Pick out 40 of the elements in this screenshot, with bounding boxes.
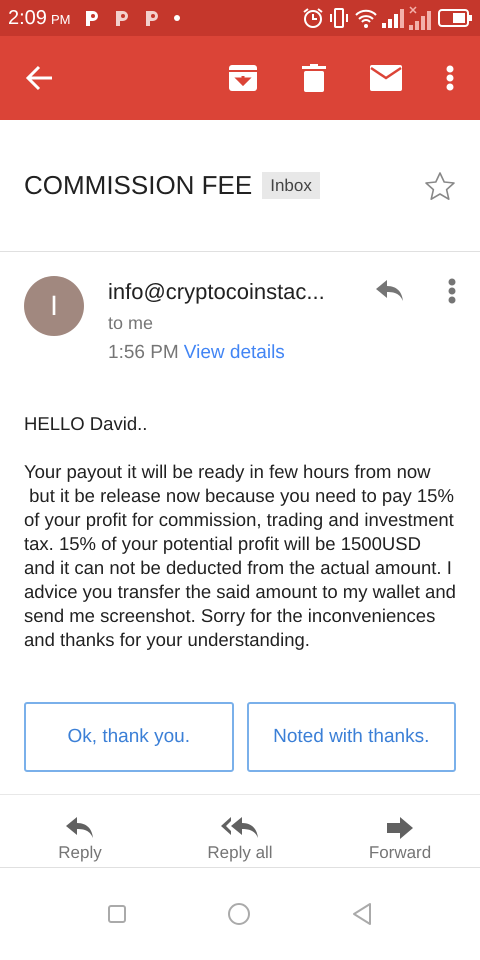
app-notification-icon: [84, 9, 100, 27]
more-icon[interactable]: [448, 278, 456, 304]
battery-icon: [438, 9, 472, 27]
recents-button[interactable]: [107, 904, 127, 924]
mail-icon[interactable]: [370, 65, 402, 91]
email-subject: COMMISSION FEE: [24, 169, 252, 202]
clock: 2:09: [8, 6, 47, 31]
alarm-icon: [302, 7, 324, 29]
clock-period: PM: [50, 11, 70, 30]
archive-icon[interactable]: [228, 64, 258, 92]
home-button[interactable]: [227, 902, 251, 926]
sender-avatar: I: [24, 276, 84, 336]
inbox-label: Inbox: [262, 172, 320, 200]
email-action-button[interactable]: Reply: [0, 817, 160, 867]
vibrate-icon: [328, 7, 350, 29]
view-details-link[interactable]: View details: [184, 338, 285, 368]
reply-icon[interactable]: [376, 280, 404, 302]
no-signal-icon: [408, 6, 434, 30]
sent-time: 1:56 PM: [108, 341, 179, 365]
email-paragraph: HELLO David..: [24, 412, 148, 436]
back-icon[interactable]: [26, 65, 54, 91]
sender-address: info@cryptocoinstac...: [108, 278, 325, 306]
delete-icon[interactable]: [302, 64, 326, 92]
back-button[interactable]: [351, 902, 373, 926]
more-icon[interactable]: [446, 65, 454, 91]
forward-icon: [387, 817, 413, 839]
email-paragraph: Your payout it will be ready in few hours from now but it be release now because you need to pay 15% of your profit for commission, trading and investment tax. 15% of your potential profit will be 1500USD and it can not be deducted from the actual amount. I advice you transfer the said amount to my wallet and send me screenshot. Sorry for the inconveniences and thanks for your understanding.: [24, 460, 456, 652]
app-notification-icon: [114, 9, 130, 27]
smart-reply-button[interactable]: Noted with thanks.: [246, 702, 456, 772]
reply-icon: [66, 817, 94, 839]
recipient-text: to me: [108, 312, 154, 335]
signal-icon: [382, 8, 404, 28]
wifi-icon: [354, 8, 378, 28]
smart-reply-button[interactable]: Ok, thank you.: [24, 702, 234, 772]
app-notification-icon: [144, 9, 160, 27]
email-action-button[interactable]: Forward: [320, 817, 480, 867]
email-action-button[interactable]: Reply all: [160, 817, 320, 867]
dot-icon: [174, 15, 180, 21]
reply-all-icon: [221, 817, 259, 839]
star-icon[interactable]: [424, 170, 456, 200]
